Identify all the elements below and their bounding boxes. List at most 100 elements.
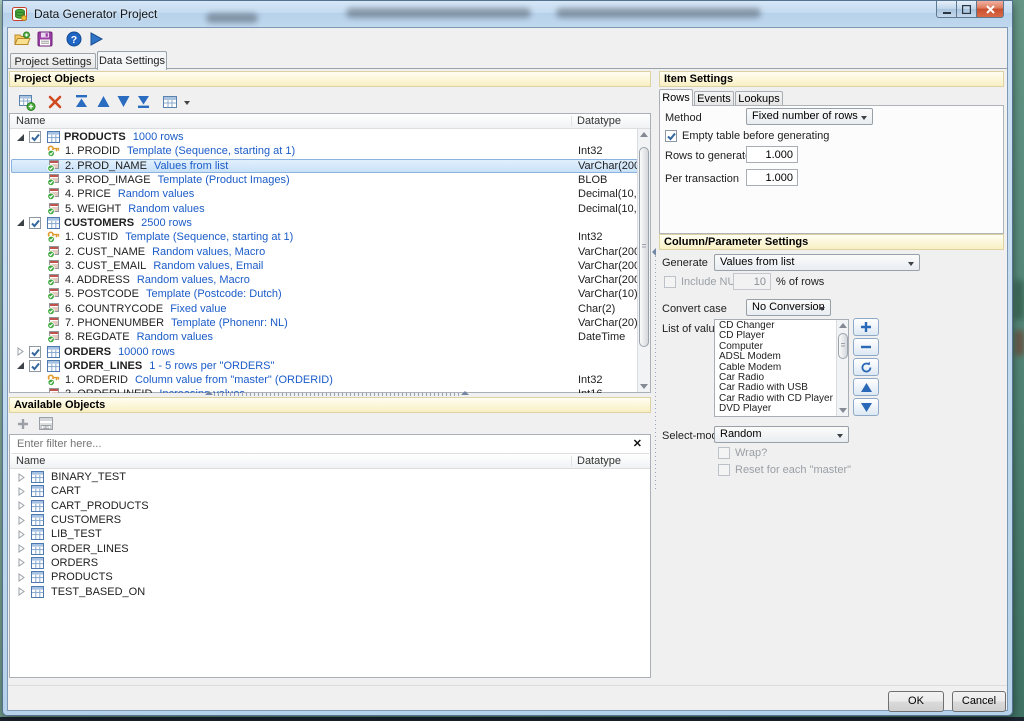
table-row[interactable]: ORDERS10000 rows <box>11 344 638 358</box>
clear-filter-icon[interactable]: ✕ <box>633 438 642 450</box>
delete-icon[interactable] <box>48 95 66 112</box>
list-item[interactable]: DVD Player <box>716 404 836 414</box>
list-item[interactable]: ADSL Modem <box>716 352 836 362</box>
add-value-button[interactable] <box>853 318 879 336</box>
list-item[interactable]: Car Radio with USB <box>716 383 836 393</box>
tab-events[interactable]: Events <box>694 91 734 105</box>
list-of-values-box[interactable]: CD ChangerCD PlayerComputerADSL ModemCab… <box>714 319 849 417</box>
include-nulls-input[interactable] <box>733 273 771 290</box>
column-row[interactable]: 2. CUST_NAMERandom values, MacroVarChar(… <box>11 244 638 258</box>
vertical-splitter[interactable] <box>652 248 659 491</box>
list-item[interactable]: Cable Modem <box>716 363 836 373</box>
column-row[interactable]: 1. PRODIDTemplate (Sequence, starting at… <box>11 144 638 158</box>
scroll-up-icon[interactable] <box>640 132 648 137</box>
select-mode-combo[interactable]: Random <box>714 426 849 443</box>
filter-input[interactable] <box>17 437 607 451</box>
move-value-up-button[interactable] <box>853 378 879 396</box>
table-row[interactable]: CART_PRODUCTS <box>11 499 649 513</box>
list-item[interactable]: CD Player <box>716 331 836 341</box>
scroll-down-icon[interactable] <box>640 384 648 389</box>
open-folder-icon[interactable] <box>14 31 31 48</box>
column-row[interactable]: 3. CUST_EMAILRandom values, EmailVarChar… <box>11 259 638 273</box>
scrollbar-thumb[interactable] <box>838 333 848 359</box>
remove-value-button[interactable] <box>853 338 879 356</box>
table-options-icon[interactable] <box>162 94 180 111</box>
column-row[interactable]: 5. WEIGHTRandom valuesDecimal(10, 2) <box>11 201 638 215</box>
column-row[interactable]: 1. CUSTIDTemplate (Sequence, starting at… <box>11 230 638 244</box>
column-row[interactable]: 3. PROD_IMAGETemplate (Product Images)BL… <box>11 173 638 187</box>
table-icon <box>31 500 44 512</box>
ok-button[interactable]: OK <box>888 691 944 712</box>
reload-values-button[interactable] <box>853 358 879 376</box>
add-table-icon[interactable] <box>18 94 36 111</box>
row-checkbox[interactable] <box>29 346 41 358</box>
reset-master-checkbox[interactable] <box>718 464 730 476</box>
dropdown-caret-icon[interactable] <box>184 101 190 105</box>
row-checkbox[interactable] <box>29 131 41 143</box>
tab-lookups[interactable]: Lookups <box>735 91 783 105</box>
table-row[interactable]: PRODUCTS1000 rows <box>11 130 638 144</box>
list-item[interactable]: Computer <box>716 342 836 352</box>
table-row[interactable]: BINARY_TEST <box>11 470 649 484</box>
table-icon <box>31 485 44 497</box>
cancel-button[interactable]: Cancel <box>952 691 1006 712</box>
include-nulls-checkbox[interactable] <box>664 276 676 288</box>
maximize-icon[interactable] <box>957 1 977 18</box>
column-row[interactable]: 5. POSTCODETemplate (Postcode: Dutch)Var… <box>11 287 638 301</box>
column-row[interactable]: 4. ADDRESSRandom values, MacroVarChar(20… <box>11 273 638 287</box>
list-item[interactable]: Car Radio <box>716 373 836 383</box>
column-row[interactable]: 7. PHONENUMBERTemplate (Phonenr: NL)VarC… <box>11 316 638 330</box>
table-row[interactable]: ORDERS <box>11 556 649 570</box>
move-down-icon[interactable] <box>116 94 134 111</box>
row-checkbox[interactable] <box>29 217 41 229</box>
wrap-checkbox[interactable] <box>718 447 730 459</box>
column-row[interactable]: 8. REGDATERandom valuesDateTime <box>11 330 638 344</box>
table-name: BINARY_TEST <box>51 471 126 483</box>
generate-combo[interactable]: Values from list <box>714 254 920 271</box>
close-icon[interactable] <box>977 1 1004 18</box>
move-top-icon[interactable] <box>74 94 92 111</box>
list-item[interactable]: Car Radio with CD Player and U <box>716 394 836 404</box>
list-scrollbar[interactable] <box>836 320 848 416</box>
scrollbar-thumb[interactable] <box>639 147 649 347</box>
scroll-up-icon[interactable] <box>839 323 847 328</box>
list-item[interactable]: CD Changer <box>716 321 836 331</box>
desktop-blob <box>1014 280 1024 320</box>
table-count-icon[interactable]: 161 <box>38 416 56 433</box>
move-bottom-icon[interactable] <box>136 94 154 111</box>
scroll-down-icon[interactable] <box>839 408 847 413</box>
run-icon[interactable] <box>88 31 105 48</box>
add-icon[interactable] <box>16 417 34 434</box>
tree-vertical-scrollbar[interactable] <box>637 129 650 392</box>
minimize-icon[interactable] <box>936 1 957 18</box>
convert-case-combo[interactable]: No Conversion <box>746 299 831 316</box>
move-up-icon[interactable] <box>96 94 114 111</box>
table-row[interactable]: CUSTOMERS2500 rows <box>11 216 638 230</box>
table-row[interactable]: ORDER_LINES1 - 5 rows per "ORDERS" <box>11 359 638 373</box>
move-value-down-button[interactable] <box>853 398 879 416</box>
column-row[interactable]: 4. PRICERandom valuesDecimal(10, 2) <box>11 187 638 201</box>
table-row[interactable]: ORDER_LINES <box>11 541 649 555</box>
column-row[interactable]: 6. COUNTRYCODEFixed valueChar(2) <box>11 302 638 316</box>
help-icon[interactable]: ? <box>66 31 83 48</box>
table-row[interactable]: TEST_BASED_ON <box>11 584 649 598</box>
column-name: 6. COUNTRYCODE <box>65 303 163 315</box>
method-combo[interactable]: Fixed number of rows <box>746 108 873 125</box>
tab-data-settings[interactable]: Data Settings <box>97 51 167 70</box>
column-row[interactable]: 2. PROD_NAMEValues from listVarChar(200) <box>11 159 638 173</box>
tree-column-header[interactable]: Name Datatype <box>10 454 650 469</box>
tab-project-settings[interactable]: Project Settings <box>10 53 96 69</box>
table-row[interactable]: CUSTOMERS <box>11 513 649 527</box>
table-row[interactable]: PRODUCTS <box>11 570 649 584</box>
table-row[interactable]: LIB_TEST <box>11 527 649 541</box>
empty-table-checkbox[interactable] <box>665 130 677 142</box>
rows-to-generate-input[interactable] <box>746 146 798 163</box>
tree-column-header[interactable]: Name Datatype <box>10 114 650 129</box>
title-bar[interactable]: Data Generator Project <box>3 1 1012 27</box>
row-checkbox[interactable] <box>29 360 41 372</box>
tab-rows[interactable]: Rows <box>659 89 693 106</box>
column-row[interactable]: 1. ORDERIDColumn value from "master" (OR… <box>11 373 638 387</box>
per-transaction-input[interactable] <box>746 169 798 186</box>
table-row[interactable]: CART <box>11 484 649 498</box>
save-icon[interactable] <box>37 31 54 48</box>
